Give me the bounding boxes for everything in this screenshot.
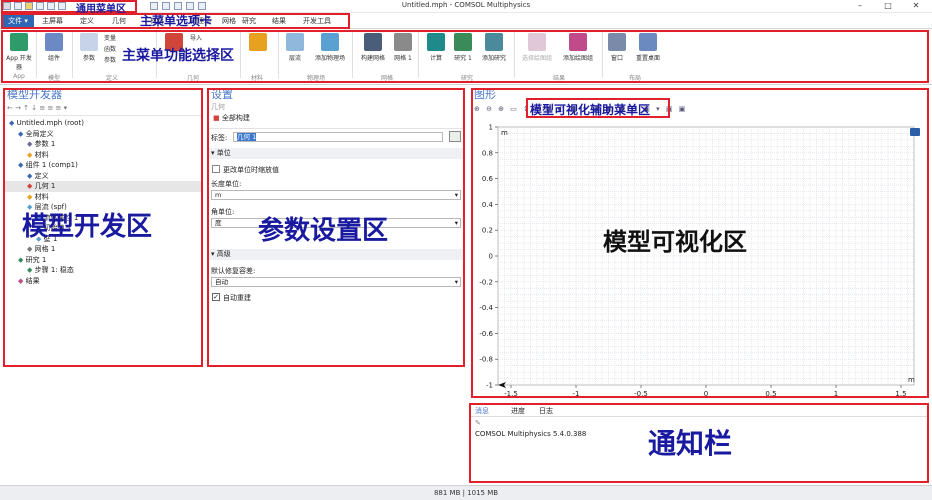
annotation-settings-area: 参数设置区 <box>258 216 389 246</box>
paste-icon[interactable] <box>162 2 170 10</box>
maximize-button[interactable]: □ <box>878 0 898 12</box>
window-title: Untitled.mph - COMSOL Multiphysics <box>401 1 531 9</box>
memory-usage: 881 MB | 1015 MB <box>433 489 499 497</box>
select-icon[interactable] <box>186 2 194 10</box>
copy-icon[interactable] <box>150 2 158 10</box>
annotation-ribbon-menu: 主菜单功能选择区 <box>122 48 234 64</box>
annotation-tabs-menu: 主菜单选项卡 <box>140 14 213 28</box>
search-icon[interactable] <box>198 2 206 10</box>
close-button[interactable]: ✕ <box>906 0 926 12</box>
annotation-message-area: 通知栏 <box>648 427 733 460</box>
minimize-button[interactable]: – <box>850 0 870 12</box>
annotation-graphics-area: 模型可视化区 <box>603 228 747 256</box>
annotation-model-area: 模型开发区 <box>22 212 153 242</box>
annotation-graphics-menu: 模型可视化辅助菜单区 <box>530 103 651 117</box>
status-bar: 881 MB | 1015 MB <box>0 485 932 500</box>
zoom-icon[interactable] <box>174 2 182 10</box>
